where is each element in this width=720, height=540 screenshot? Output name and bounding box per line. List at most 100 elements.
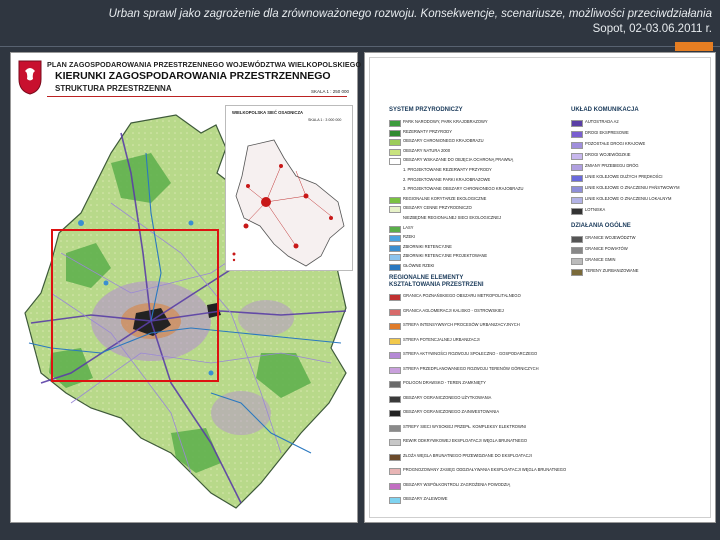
- legend-row: LINIE KOLEJOWE O ZNACZENIU PAŃSTWOWYM: [571, 185, 701, 193]
- legend-label: GRANICE POWIATÓW: [585, 246, 628, 251]
- legend-label: DROGI WOJEWÓDZKIE: [585, 152, 631, 157]
- legend-row: GRANICA AGLOMERACJI KALISKO - OSTROWSKIE…: [389, 308, 559, 316]
- legend-row: GŁÓWNE RZEKI: [389, 263, 559, 271]
- legend-row: STREFA INTENSYWNYCH PROCESÓW URBANIZACYJ…: [389, 322, 559, 330]
- legend-row: 2. PROJEKTOWANE PARKI KRAJOBRAZOWE: [389, 177, 559, 185]
- legend-swatch: [389, 206, 401, 214]
- legend-section-regional-line2: KSZTAŁTOWANIA PRZESTRZENI: [389, 282, 484, 288]
- legend-row: OBSZARY NATURA 2000: [389, 148, 559, 156]
- legend-swatch: [389, 254, 401, 262]
- legend-swatch: [389, 323, 401, 330]
- legend-swatch: [389, 424, 401, 432]
- legend-label: OBSZARY CHRONIONEGO KRAJOBRAZU: [403, 138, 484, 144]
- legend-row: LASY: [389, 225, 559, 233]
- legend-panel: SYSTEM PRZYRODNICZY PARK NARODOWY, PARK …: [364, 52, 716, 523]
- legend-label: GRANICA POZNAŃSKIEGO OBSZARU METROPOLITA…: [403, 293, 521, 298]
- legend-label: AUTOSTRADA A2: [585, 119, 619, 124]
- settlement-network-map: [232, 139, 345, 267]
- legend-label: GRANICE GMIN: [585, 257, 616, 262]
- legend-swatch: [571, 153, 583, 160]
- legend-label: STREFA PRZEDPLANOWANEGO ROZWOJU TERENÓW …: [403, 365, 539, 371]
- legend-label: 2. PROJEKTOWANE PARKI KRAJOBRAZOWE: [403, 176, 491, 182]
- legend-section-nature: SYSTEM PRZYRODNICZY: [389, 107, 463, 113]
- legend-label: POZOSTAŁE DROGI KRAJOWE: [585, 141, 646, 146]
- legend-row: REGIONALNE KORYTARZE EKOLOGICZNE: [389, 196, 559, 204]
- legend-swatch: [571, 258, 583, 265]
- legend-row: RZEKI: [389, 234, 559, 243]
- header-accent-bar: [675, 42, 713, 51]
- legend-label: OBSZARY CENNE PRZYRODNICZO: [403, 205, 472, 211]
- legend-swatch: [571, 142, 583, 149]
- presentation-title: Urban sprawl jako zagrożenie dla zrównow…: [108, 8, 712, 20]
- legend-row: OBSZARY WSPÓŁKONTROLI ZAGROŻENIA POWODZI…: [389, 482, 559, 490]
- legend-label: 1. PROJEKTOWANE REZERWATY PRZYRODY: [403, 167, 492, 172]
- legend-swatch: [571, 131, 583, 138]
- legend-label: GŁÓWNE RZEKI: [403, 263, 435, 268]
- legend-swatch: [571, 208, 583, 215]
- legend-swatch: [389, 381, 401, 388]
- legend-row: LINIE KOLEJOWE O ZNACZENIU LOKALNYM: [571, 196, 701, 204]
- legend-swatch: [389, 308, 401, 316]
- legend-row: POLIGON DRAWSKO - TEREN ZAMKNIĘTY: [389, 380, 559, 388]
- legend-row: OBSZARY OGRANICZONEGO ZAINWESTOWANIA: [389, 409, 559, 417]
- legend-swatch: [389, 294, 401, 301]
- legend-swatch: [389, 410, 401, 417]
- legend-label: LINIE KOLEJOWE O ZNACZENIU PAŃSTWOWYM: [585, 185, 680, 190]
- legend-label: POLIGON DRAWSKO - TEREN ZAMKNIĘTY: [403, 380, 486, 385]
- legend-swatch: [571, 269, 583, 276]
- legend-label: ZMIANY PRZEBIEGU DRÓG: [585, 163, 639, 168]
- legend-row: STREFY SIECI WYSOKIEJ PRZEPŁ. KOMPLEKSY …: [389, 424, 559, 432]
- legend-label: OBSZARY ZALEWOWE: [403, 496, 448, 501]
- legend-swatch: [389, 497, 401, 504]
- legend-row: STREFA AKTYWNOŚCI ROZWOJU SPOŁECZNO - GO…: [389, 351, 559, 359]
- legend-row: GRANICA POZNAŃSKIEGO OBSZARU METROPOLITA…: [389, 293, 559, 301]
- legend-swatch: [389, 244, 401, 252]
- legend-row: ZBIORNIKI RETENCYJNE: [389, 244, 559, 252]
- legend-swatch: [389, 139, 401, 147]
- legend-row: AUTOSTRADA A2: [571, 119, 701, 127]
- legend-swatch: [389, 264, 401, 271]
- legend-label: STREFY SIECI WYSOKIEJ PRZEPŁ. KOMPLEKSY …: [403, 423, 526, 429]
- legend-label: 3. PROJEKTOWANE OBSZARY CHRONIONEGO KRAJ…: [403, 186, 524, 192]
- legend-row: OBSZARY WSKAZANE DO OBJĘCIA OCHRONĄ PRAW…: [389, 157, 559, 166]
- legend-label: REWIR ODKRYWKOWEJ EKSPLOATACJI WĘGLA BRU…: [403, 438, 528, 443]
- legend-row: OBSZARY CHRONIONEGO KRAJOBRAZU: [389, 138, 559, 147]
- legend-label: RZEKI: [403, 234, 416, 240]
- legend-row: REZERWATY PRZYRODY: [389, 129, 559, 137]
- legend-label: ZŁOŻA WĘGLA BRUNATNEGO PRZEWIDZIANE DO E…: [403, 452, 532, 458]
- slide-header: Urban sprawl jako zagrożenie dla zrównow…: [0, 0, 720, 46]
- legend-label: GRANICA AGLOMERACJI KALISKO - OSTROWSKIE…: [403, 307, 504, 313]
- legend-row: ZŁOŻA WĘGLA BRUNATNEGO PRZEWIDZIANE DO E…: [389, 453, 559, 461]
- legend-swatch: [389, 453, 401, 461]
- legend-row: GRANICE POWIATÓW: [571, 246, 701, 254]
- legend-swatch: [571, 175, 583, 182]
- legend-label: OBSZARY OGRANICZONEGO ZAINWESTOWANIA: [403, 409, 500, 414]
- legend-swatch: [571, 186, 583, 193]
- legend-row: DROGI WOJEWÓDZKIE: [571, 152, 701, 160]
- header-divider: [0, 46, 720, 47]
- legend-swatch: [389, 439, 401, 446]
- legend-row: PROGNOZOWANY ZASIĘG ODDZIAŁYWANIA EKSPLO…: [389, 467, 566, 475]
- legend-label: STREFA INTENSYWNYCH PROCESÓW URBANIZACYJ…: [403, 322, 520, 327]
- legend-row: OBSZARY ZALEWOWE: [389, 496, 559, 504]
- legend-label: OBSZARY WSPÓŁKONTROLI ZAGROŻENIA POWODZI…: [403, 481, 511, 487]
- legend-row: POZOSTAŁE DROGI KRAJOWE: [571, 141, 701, 149]
- legend-row: LINIE KOLEJOWE DUŻYCH PRĘDKOŚCI: [571, 174, 701, 182]
- legend-swatch: [389, 366, 401, 374]
- legend-row: LOTNISKA: [571, 207, 701, 215]
- legend-swatch: [389, 482, 401, 490]
- legend-row: OBSZARY OGRANICZONEGO UŻYTKOWANIA: [389, 395, 559, 403]
- conference-date-place: Sopot, 02-03.06.2011 r.: [592, 23, 712, 35]
- legend-row: GRANICE WOJEWÓDZTW: [571, 235, 701, 243]
- legend-label: LINIE KOLEJOWE O ZNACZENIU LOKALNYM: [585, 196, 672, 201]
- legend-swatch: [571, 247, 583, 254]
- legend-label: LOTNISKA: [585, 207, 606, 212]
- legend-label: OBSZARY NATURA 2000: [403, 147, 451, 153]
- legend-swatch: [571, 236, 583, 243]
- legend-section-regional: REGIONALNE ELEMENTY: [389, 275, 464, 281]
- map-panel: PLAN ZAGOSPODAROWANIA PRZESTRZENNEGO WOJ…: [10, 52, 361, 523]
- legend-label: REGIONALNE KORYTARZE EKOLOGICZNE: [403, 195, 487, 201]
- legend-label: PROGNOZOWANY ZASIĘG ODDZIAŁYWANIA EKSPLO…: [403, 467, 567, 472]
- legend-row: NIEZBĘDNE REGIONALNEJ SIECI EKOLOGICZNEJ: [389, 215, 559, 223]
- legend-label: STREFA AKTYWNOŚCI ROZWOJU SPOŁECZNO - GO…: [403, 351, 538, 356]
